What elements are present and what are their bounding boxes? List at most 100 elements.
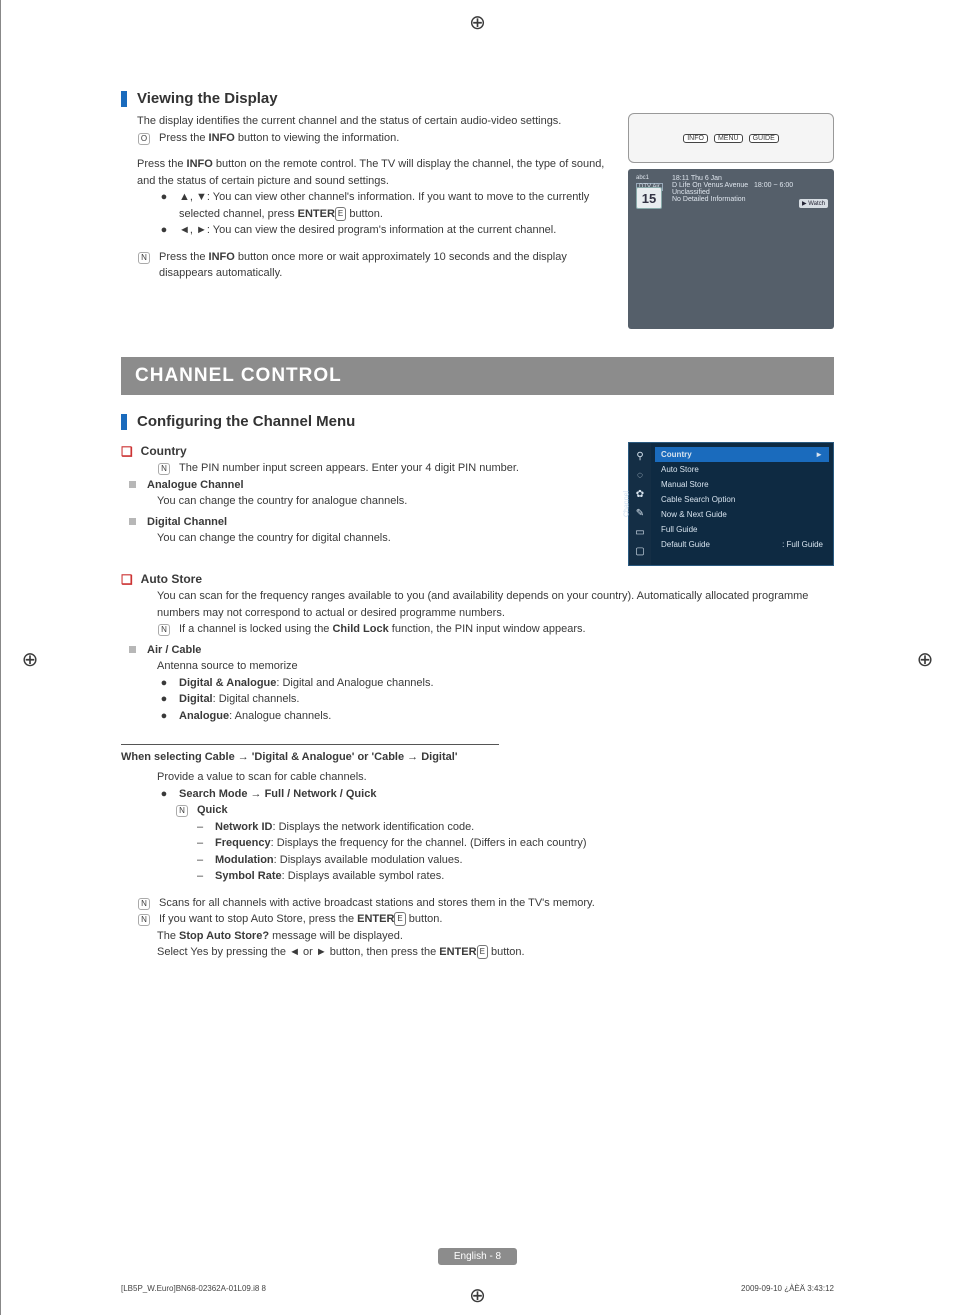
pin-note: The PIN number input screen appears. Ent… bbox=[179, 460, 519, 477]
footer-timestamp: 2009-09-10 ¿ÀÈÄ 3:43:12 bbox=[741, 1284, 834, 1293]
network-id-line: Network ID: Displays the network identif… bbox=[215, 819, 474, 836]
note-icon: N bbox=[157, 621, 171, 638]
info-paragraph: Press the INFO button on the remote cont… bbox=[137, 156, 612, 189]
menu-item-label: Full Guide bbox=[661, 525, 697, 534]
menu-item-country[interactable]: Country ► bbox=[655, 447, 829, 462]
analogue-channel-text: You can change the country for analogue … bbox=[157, 493, 612, 510]
divider-line bbox=[121, 744, 499, 745]
bullet-icon: ● bbox=[157, 708, 171, 725]
enter-icon: E bbox=[335, 207, 346, 221]
square-bullet-icon bbox=[125, 514, 139, 531]
menu-item-value: : Full Guide bbox=[782, 540, 823, 549]
frequency-line: Frequency: Displays the frequency for th… bbox=[215, 835, 587, 852]
osd-time: 18:11 Thu 6 Jan bbox=[672, 175, 826, 182]
tv-icon: ▢ bbox=[635, 546, 644, 557]
menu-item-cable-search[interactable]: Cable Search Option bbox=[655, 492, 829, 507]
menu-item-auto-store[interactable]: Auto Store bbox=[655, 462, 829, 477]
remote-guide-button: GUIDE bbox=[749, 134, 779, 143]
menu-icon-column: ⚲ ◌ ✿ ✎ ▭ ▢ bbox=[629, 443, 651, 565]
heading-marker-icon: ❏ bbox=[121, 444, 133, 460]
osd-studio: Unclassified bbox=[672, 189, 826, 196]
page-footer: English - 8 bbox=[1, 1246, 954, 1265]
section-viewing-display: Viewing the Display bbox=[121, 90, 834, 107]
square-bullet-icon bbox=[125, 642, 139, 659]
select-yes-line: Select Yes by pressing the ◄ or ► button… bbox=[157, 944, 834, 961]
section-accent-bar bbox=[121, 91, 127, 107]
dash-icon: – bbox=[193, 835, 207, 852]
bullet-icon: ● bbox=[157, 189, 171, 206]
intro-text: The display identifies the current chann… bbox=[137, 113, 612, 130]
registration-mark-left: ⊕ bbox=[19, 647, 41, 669]
country-heading: Country bbox=[141, 444, 187, 458]
page-number-pill: English - 8 bbox=[438, 1248, 517, 1265]
stop-message-line: The Stop Auto Store? message will be dis… bbox=[157, 928, 834, 945]
note-icon: N bbox=[157, 460, 171, 477]
child-lock-note: If a channel is locked using the Child L… bbox=[179, 621, 586, 638]
menu-item-label: Country bbox=[661, 450, 692, 459]
section-title: Configuring the Channel Menu bbox=[137, 413, 355, 430]
cable-subheading: When selecting Cable → 'Digital & Analog… bbox=[121, 751, 834, 763]
digital-option: Digital: Digital channels. bbox=[179, 691, 299, 708]
auto-store-heading: Auto Store bbox=[141, 572, 202, 586]
menu-item-label: Now & Next Guide bbox=[661, 510, 727, 519]
osd-watch-tag: ▶ Watch bbox=[799, 199, 828, 208]
scan-all-note: Scans for all channels with active broad… bbox=[159, 895, 595, 912]
osd-info-panel: abc1 DTV Air 15 18:11 Thu 6 Jan D Life O… bbox=[628, 169, 834, 329]
dash-icon: – bbox=[193, 852, 207, 869]
bullet-icon: ● bbox=[157, 222, 171, 239]
auto-store-text: You can scan for the frequency ranges av… bbox=[157, 588, 834, 621]
antenna-icon: ✎ bbox=[636, 508, 644, 519]
gear-icon: ✿ bbox=[636, 489, 644, 500]
menu-item-label: Manual Store bbox=[661, 480, 709, 489]
section-title: Viewing the Display bbox=[137, 90, 278, 107]
osd-channel-number: 15 bbox=[636, 187, 662, 209]
menu-tab-label: Channel bbox=[624, 491, 631, 517]
section-configuring-channel: Configuring the Channel Menu bbox=[121, 413, 834, 430]
bullet-icon: ● bbox=[157, 786, 171, 803]
remote-menu-button: MENU bbox=[714, 134, 743, 143]
osd-source: abc1 bbox=[636, 175, 649, 181]
channel-control-banner: CHANNEL CONTROL bbox=[121, 357, 834, 395]
heading-marker-icon: ❏ bbox=[121, 572, 133, 588]
digital-analogue-option: Digital & Analogue: Digital and Analogue… bbox=[179, 675, 434, 692]
operate-icon: O bbox=[137, 130, 151, 147]
modulation-line: Modulation: Displays available modulatio… bbox=[215, 852, 463, 869]
chevron-right-icon: ► bbox=[815, 450, 823, 459]
bullet-icon: ● bbox=[157, 691, 171, 708]
note-icon: N bbox=[175, 802, 189, 819]
subtitle-icon: ▭ bbox=[635, 527, 644, 538]
menu-item-label: Auto Store bbox=[661, 465, 699, 474]
channel-menu-panel: ⚲ ◌ ✿ ✎ ▭ ▢ Country ► bbox=[628, 442, 834, 566]
digital-channel-text: You can change the country for digital c… bbox=[157, 530, 612, 547]
info-instruction: Press the INFO button to viewing the inf… bbox=[159, 130, 399, 147]
menu-item-default-guide[interactable]: Default Guide : Full Guide bbox=[655, 537, 829, 552]
dash-icon: – bbox=[193, 819, 207, 836]
menu-item-label: Cable Search Option bbox=[661, 495, 735, 504]
info-timeout-note: Press the INFO button once more or wait … bbox=[159, 249, 612, 282]
footer-doc-id: [LB5P_W.Euro]BN68-02362A-01L09.i8 8 bbox=[121, 1284, 266, 1293]
menu-item-label: Default Guide bbox=[661, 540, 710, 549]
search-mode-line: Search Mode → Full / Network / Quick bbox=[179, 786, 376, 803]
note-icon: N bbox=[137, 911, 151, 928]
osd-program: D Life On Venus Avenue 18:00 ~ 6:00 bbox=[672, 182, 826, 189]
remote-control-illustration: INFO MENU GUIDE bbox=[628, 113, 834, 163]
menu-item-manual-store[interactable]: Manual Store bbox=[655, 477, 829, 492]
registration-mark-top: ⊕ bbox=[467, 10, 489, 32]
cable-intro-text: Provide a value to scan for cable channe… bbox=[157, 769, 834, 786]
menu-item-full-guide[interactable]: Full Guide bbox=[655, 522, 829, 537]
registration-mark-right: ⊕ bbox=[914, 647, 936, 669]
enter-icon: E bbox=[477, 945, 488, 959]
menu-item-now-next-guide[interactable]: Now & Next Guide bbox=[655, 507, 829, 522]
nav-vertical-text: ▲, ▼: You can view other channel's infor… bbox=[179, 189, 612, 222]
search-icon: ⚲ bbox=[636, 451, 643, 462]
quick-heading: Quick bbox=[197, 802, 228, 819]
nav-horizontal-text: ◄, ►: You can view the desired program's… bbox=[179, 222, 556, 239]
globe-icon: ◌ bbox=[637, 470, 643, 481]
stop-auto-store-note: If you want to stop Auto Store, press th… bbox=[159, 911, 442, 928]
air-cable-text: Antenna source to memorize bbox=[157, 658, 834, 675]
remote-info-button: INFO bbox=[683, 134, 708, 143]
symbol-rate-line: Symbol Rate: Displays available symbol r… bbox=[215, 868, 444, 885]
analogue-channel-heading: Analogue Channel bbox=[147, 477, 244, 494]
note-icon: N bbox=[137, 895, 151, 912]
enter-icon: E bbox=[394, 912, 405, 926]
